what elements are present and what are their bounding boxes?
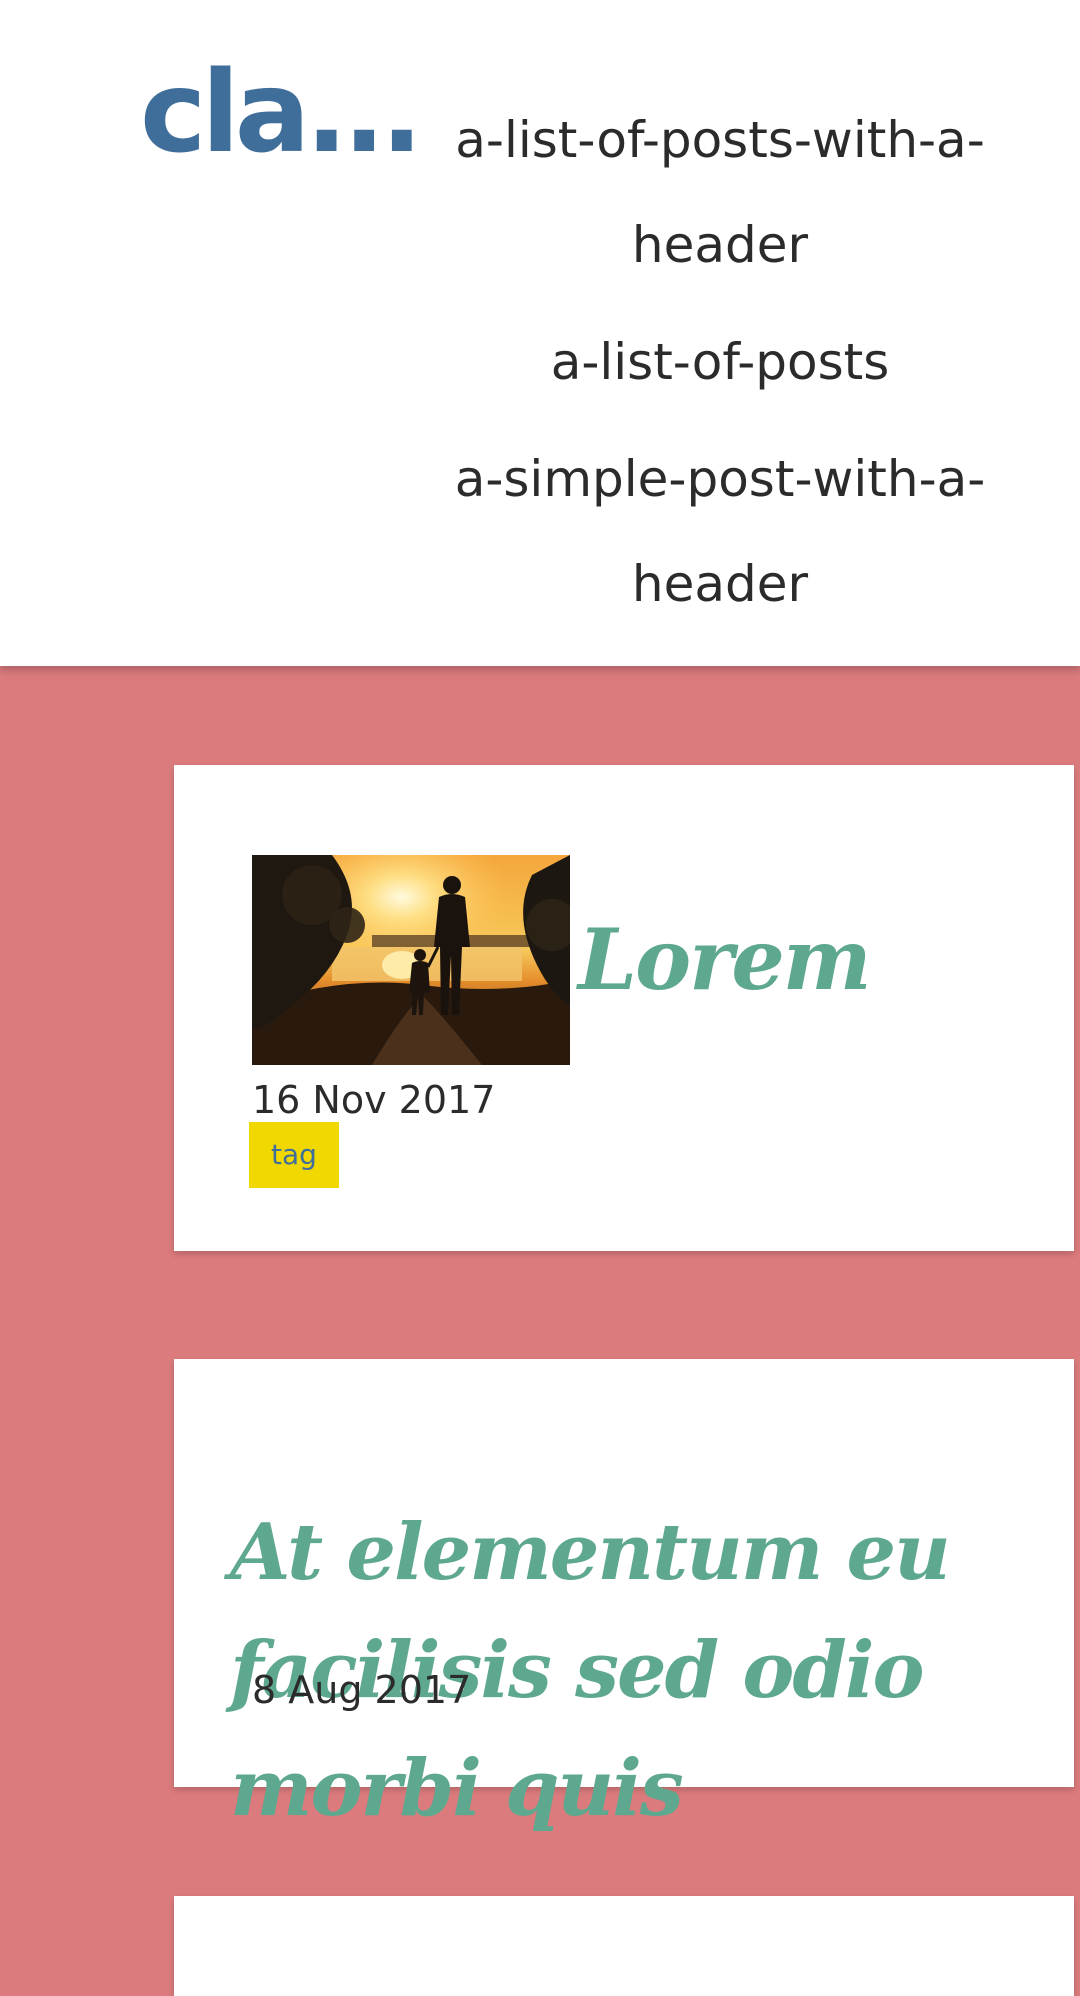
post-title-link[interactable]: Lorem — [578, 905, 872, 1015]
nav-item-list-of-posts-with-header[interactable]: a-list-of-posts-with-a-header — [410, 88, 1030, 298]
post-date: 8 Aug 2017 — [252, 1668, 472, 1712]
post-tag[interactable]: tag — [249, 1122, 339, 1188]
main-nav: a-list-of-posts-with-a-header a-list-of-… — [410, 88, 1030, 649]
nav-item-simple-post-with-header[interactable]: a-simple-post-with-a-header — [410, 427, 1030, 637]
site-header: cla... a-list-of-posts-with-a-header a-l… — [0, 0, 1080, 666]
nav-item-list-of-posts[interactable]: a-list-of-posts — [410, 310, 1030, 415]
post-card: At elementum eu facilisis sed odio morbi… — [174, 1359, 1074, 1834]
site-title-link[interactable]: cla... — [140, 48, 423, 178]
post-card — [174, 1896, 1074, 1996]
post-card: Lorem 16 Nov 2017 tag — [174, 765, 1074, 1251]
post-date: 16 Nov 2017 — [252, 1078, 496, 1122]
sunset-photo-image — [252, 855, 570, 1065]
post-thumbnail[interactable] — [252, 855, 570, 1065]
